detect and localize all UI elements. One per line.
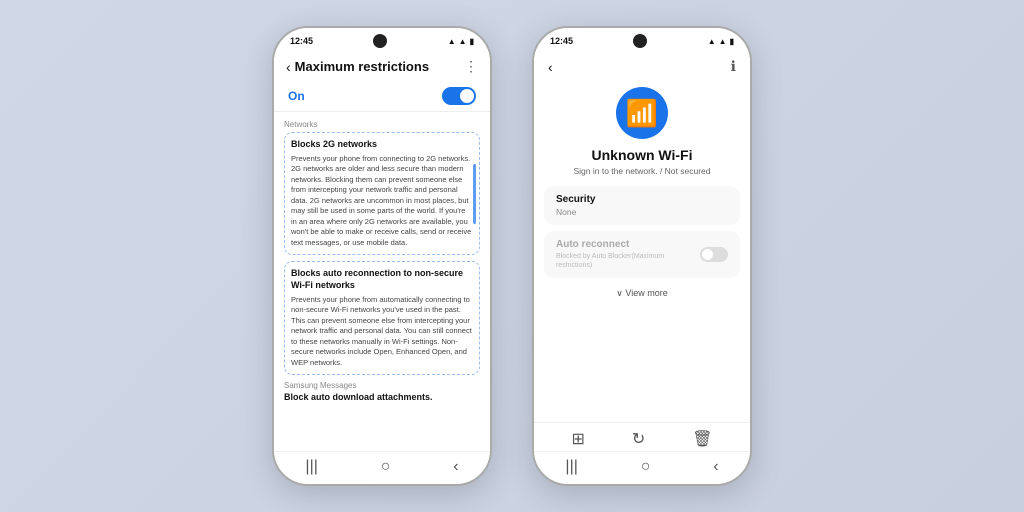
share-icon[interactable]: ⊞ [571, 429, 584, 449]
scene: 12:45 ▲ ▲ ▮ ‹ Maximum restrictions ⋮ On [0, 0, 1024, 512]
toggle-label: On [288, 89, 305, 103]
nav-back-icon[interactable]: ||| [305, 458, 317, 476]
right-signal-icon: ▲ [708, 37, 716, 46]
right-status-bar: 12:45 ▲ ▲ ▮ [534, 28, 750, 50]
info-button[interactable]: ℹ [731, 58, 736, 75]
left-time: 12:45 [290, 36, 313, 46]
signal-icon: ▲ [448, 37, 456, 46]
networks-section-label: Networks [284, 120, 480, 129]
battery-icon: ▮ [470, 37, 474, 46]
toggle-knob [460, 89, 474, 103]
auto-reconnect-toggle[interactable] [700, 247, 728, 262]
right-battery-icon: ▮ [730, 37, 734, 46]
security-title: Security [556, 194, 728, 205]
left-phone: 12:45 ▲ ▲ ▮ ‹ Maximum restrictions ⋮ On [272, 26, 492, 486]
auto-reconnect-sub: Blocked by Auto Blocker(Maximum restrict… [556, 252, 700, 270]
security-value: None [556, 207, 728, 217]
right-notch [633, 34, 647, 48]
view-more-label: ∨ View more [616, 288, 667, 298]
view-more-row[interactable]: ∨ View more [534, 284, 750, 303]
left-back-button[interactable]: ‹ [286, 59, 291, 75]
samsung-item: Block auto download attachments. [284, 392, 480, 404]
nav-home-icon[interactable]: ○ [381, 458, 391, 476]
toggle-row: On [274, 81, 490, 112]
left-header: ‹ Maximum restrictions ⋮ [274, 50, 490, 81]
restriction2-text: Prevents your phone from automatically c… [291, 295, 473, 369]
toggle-switch[interactable] [442, 87, 476, 105]
auto-reconnect-label: Auto reconnect [556, 239, 700, 250]
delete-icon[interactable]: 🗑 [692, 429, 712, 449]
right-screen: ‹ ℹ 📶 Unknown Wi-Fi Sign in to the netwo… [534, 50, 750, 451]
auto-reconnect-info: Auto reconnect Blocked by Auto Blocker(M… [556, 239, 700, 270]
right-nav-recents-icon[interactable]: ‹ [713, 458, 718, 476]
wifi-status-icon: ▲ [459, 37, 467, 46]
right-back-button[interactable]: ‹ [548, 59, 553, 75]
network-name: Unknown Wi-Fi [534, 147, 750, 163]
right-time: 12:45 [550, 36, 573, 46]
nav-recents-icon[interactable]: ‹ [453, 458, 458, 476]
reconnect-icon[interactable]: ↻ [632, 429, 645, 449]
left-page-title: Maximum restrictions [295, 59, 464, 74]
restriction2-title: Blocks auto reconnection to non-secure W… [291, 268, 473, 291]
right-nav-back-icon[interactable]: ||| [565, 458, 577, 476]
wifi-icon: 📶 [626, 98, 658, 129]
auto-reconnect-card: Auto reconnect Blocked by Auto Blocker(M… [544, 231, 740, 278]
restriction-box-2: Blocks auto reconnection to non-secure W… [284, 261, 480, 375]
wifi-icon-circle: 📶 [616, 87, 668, 139]
right-nav-bar: ||| ○ ‹ [534, 451, 750, 484]
left-screen: ‹ Maximum restrictions ⋮ On Networks Blo… [274, 50, 490, 451]
network-sub: Sign in to the network. / Not secured [534, 166, 750, 176]
bottom-action-bar: ⊞ ↻ 🗑 [534, 422, 750, 451]
auto-reconnect-toggle-knob [702, 249, 713, 260]
right-nav-home-icon[interactable]: ○ [641, 458, 651, 476]
left-status-bar: 12:45 ▲ ▲ ▮ [274, 28, 490, 50]
right-status-icons: ▲ ▲ ▮ [708, 37, 734, 46]
samsung-section-label: Samsung Messages [284, 381, 480, 390]
restriction1-title: Blocks 2G networks [291, 139, 473, 151]
spacer [534, 303, 750, 422]
left-nav-bar: ||| ○ ‹ [274, 451, 490, 484]
scroll-content: Networks Blocks 2G networks Prevents you… [274, 112, 490, 451]
left-more-button[interactable]: ⋮ [464, 58, 478, 75]
security-card: Security None [544, 186, 740, 225]
restriction-box-1: Blocks 2G networks Prevents your phone f… [284, 132, 480, 255]
scroll-indicator [473, 164, 476, 224]
right-phone: 12:45 ▲ ▲ ▮ ‹ ℹ 📶 Unknown Wi-Fi Sign in … [532, 26, 752, 486]
left-status-icons: ▲ ▲ ▮ [448, 37, 474, 46]
right-wifi-status-icon: ▲ [719, 37, 727, 46]
right-header: ‹ ℹ [534, 50, 750, 79]
restriction1-text: Prevents your phone from connecting to 2… [291, 154, 473, 249]
left-notch [373, 34, 387, 48]
